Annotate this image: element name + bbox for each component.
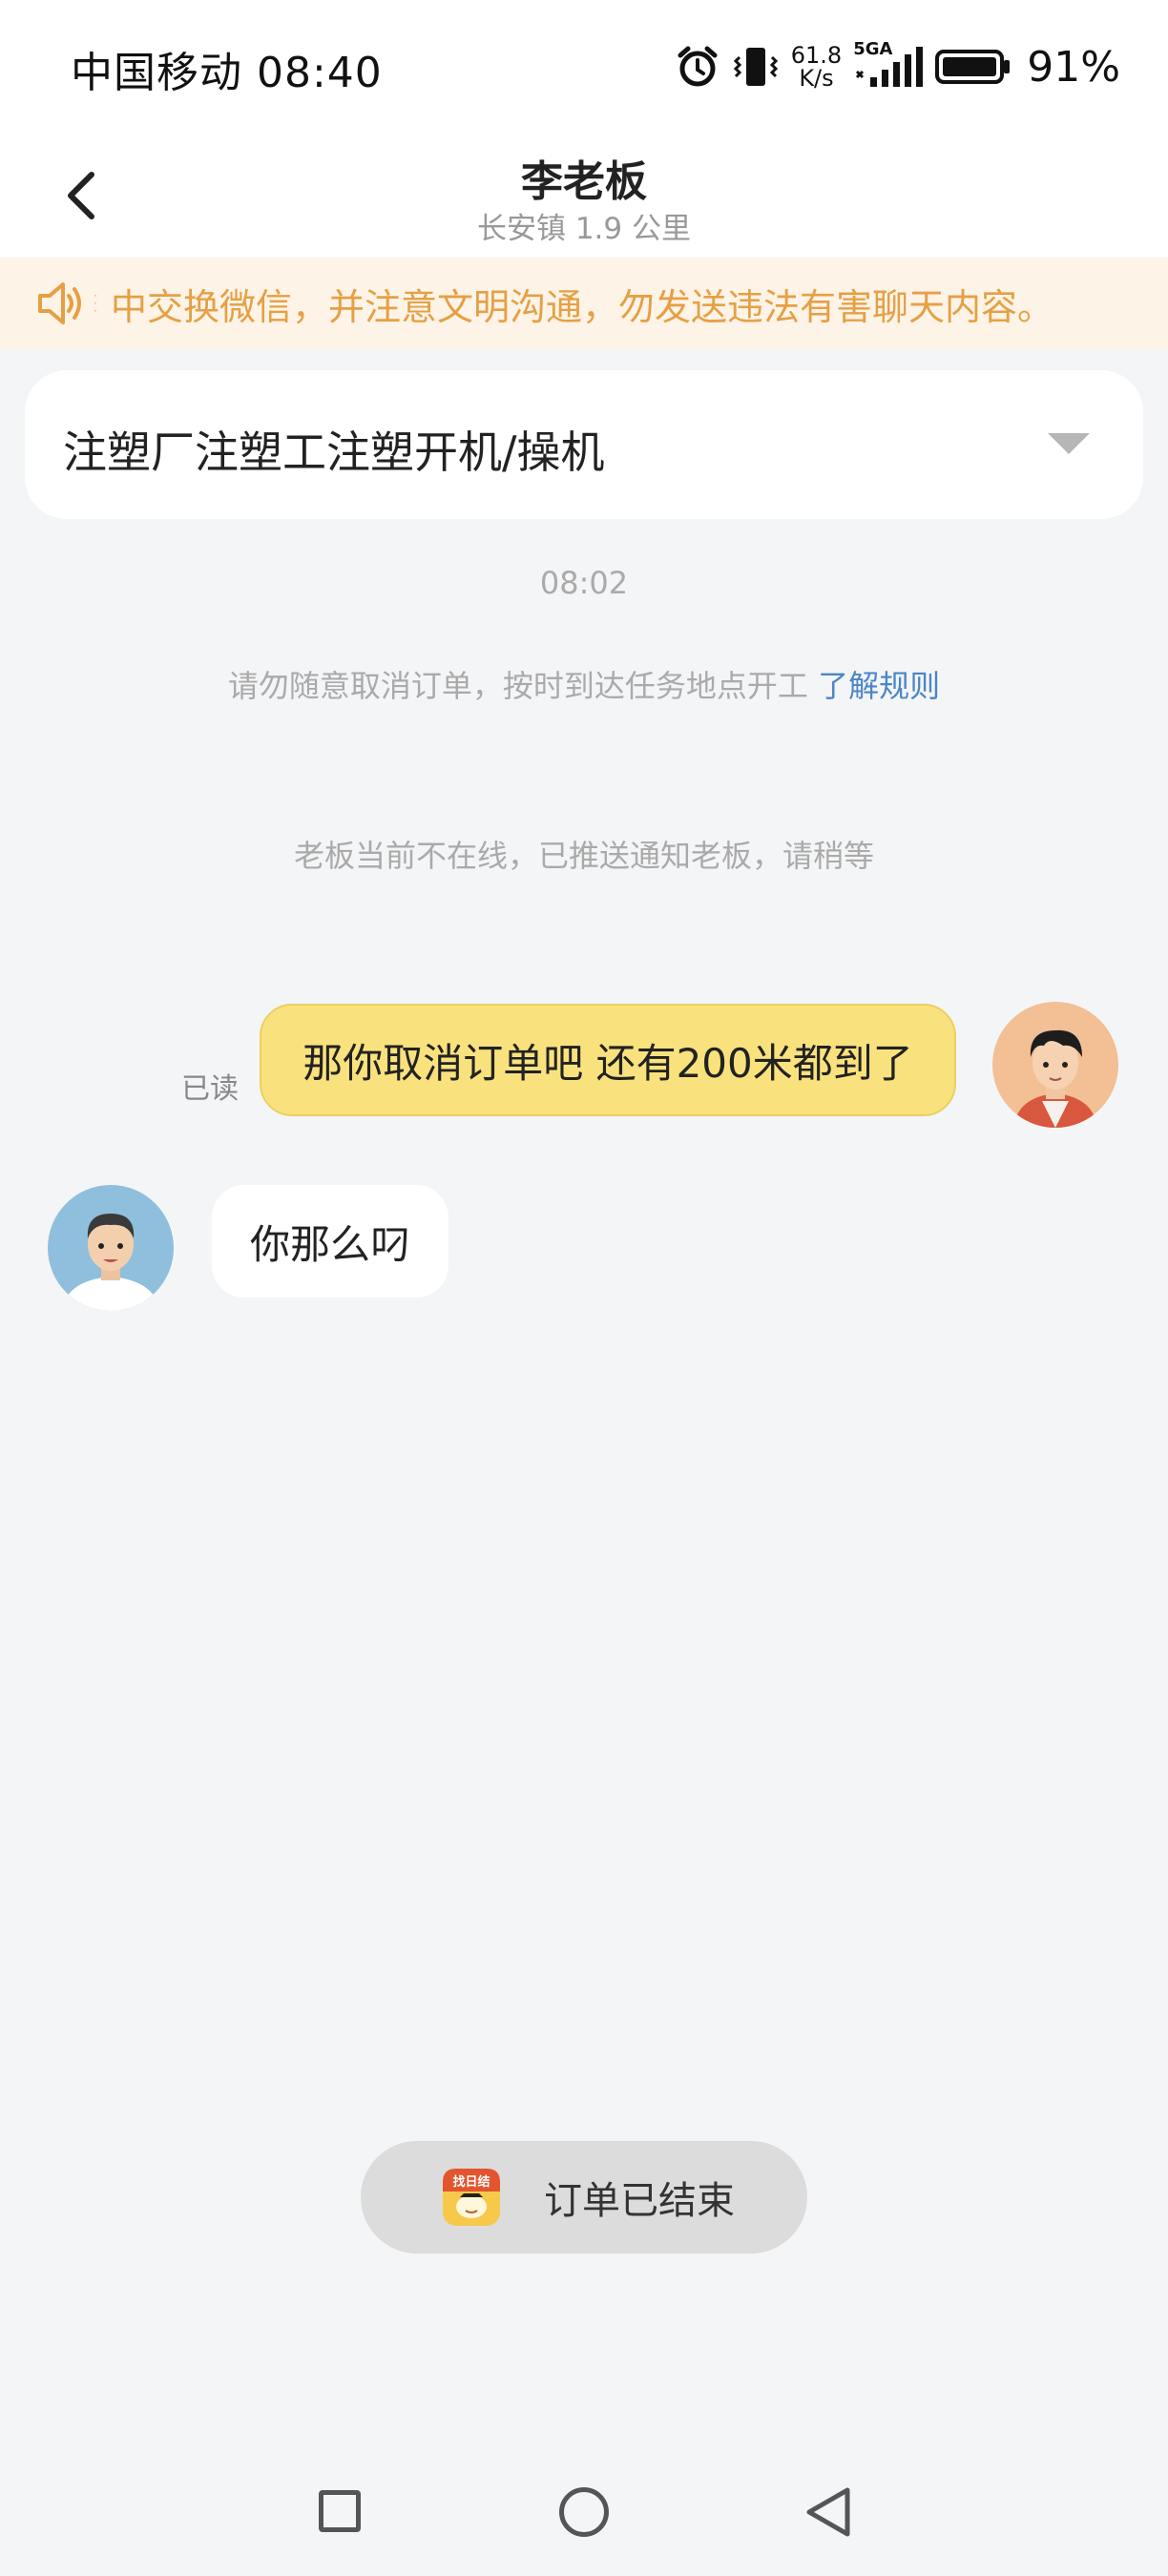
job-selector-value: 注塑厂注塑工注塑开机/操机: [63, 426, 605, 478]
notice-banner: · · · 中交换微信，并注意文明沟通，勿发送违法有害聊天内容。: [0, 258, 1168, 349]
caret-down-icon: [1048, 433, 1090, 454]
net-speed-value: 61.8: [790, 42, 843, 69]
order-status-text: 订单已结束: [544, 2179, 735, 2223]
job-selector[interactable]: 注塑厂注塑工注塑开机/操机: [25, 370, 1143, 519]
rule-notice: 请勿随意取消订单，按时到达任务地点开工 了解规则: [0, 662, 1168, 706]
page-title: 李老板: [521, 157, 647, 206]
avatar-me[interactable]: [992, 1002, 1118, 1128]
carrier-time: 中国移动 08:40: [71, 49, 383, 97]
net-speed: 61.8 K/s: [791, 44, 842, 90]
rule-link[interactable]: 了解规则: [818, 668, 940, 704]
message-bubble-me[interactable]: 那你取消订单吧 还有200米都到了: [260, 1004, 956, 1116]
read-status: 已读: [181, 1072, 239, 1106]
nav-back-button[interactable]: [802, 2484, 855, 2540]
alarm-icon: [678, 46, 718, 87]
home-button[interactable]: [559, 2487, 609, 2537]
status-icons: 61.8 K/s 5GA 91%: [675, 39, 1120, 93]
vibrate-icon: [733, 48, 778, 86]
boss-avatar-icon: [48, 1185, 174, 1311]
battery-percent: 91%: [1027, 42, 1120, 92]
avatar-boss[interactable]: [48, 1185, 174, 1311]
signal-block: 5GA: [853, 39, 924, 91]
offline-notice: 老板当前不在线，已推送通知老板，请稍等: [293, 838, 874, 874]
user-avatar-icon: [992, 1002, 1118, 1128]
net-speed-unit: K/s: [799, 65, 834, 92]
order-status-pill: 找日结 订单已结束: [361, 2141, 807, 2254]
notice-text: 中交换微信，并注意文明沟通，勿发送违法有害聊天内容。: [111, 285, 1054, 328]
chat-header: 李老板 长安镇 1.9 公里: [0, 134, 1168, 258]
status-bar: 中国移动 08:40 61.8 K/s 5GA 91%: [0, 0, 1168, 134]
app-logo: 找日结: [443, 2169, 500, 2226]
fade-dots-icon: · · ·: [94, 289, 97, 318]
signal-icon: [856, 47, 924, 87]
message-time: 08:02: [539, 565, 629, 601]
app-logo-text: 找日结: [452, 2174, 490, 2190]
rule-text: 请勿随意取消订单，按时到达任务地点开工: [227, 668, 808, 704]
recent-apps-button[interactable]: [319, 2490, 361, 2532]
battery-icon: [935, 50, 1011, 84]
speaker-icon: [38, 282, 81, 324]
message-bubble-boss[interactable]: 你那么叼: [212, 1185, 448, 1298]
location-distance: 长安镇 1.9 公里: [476, 212, 691, 246]
